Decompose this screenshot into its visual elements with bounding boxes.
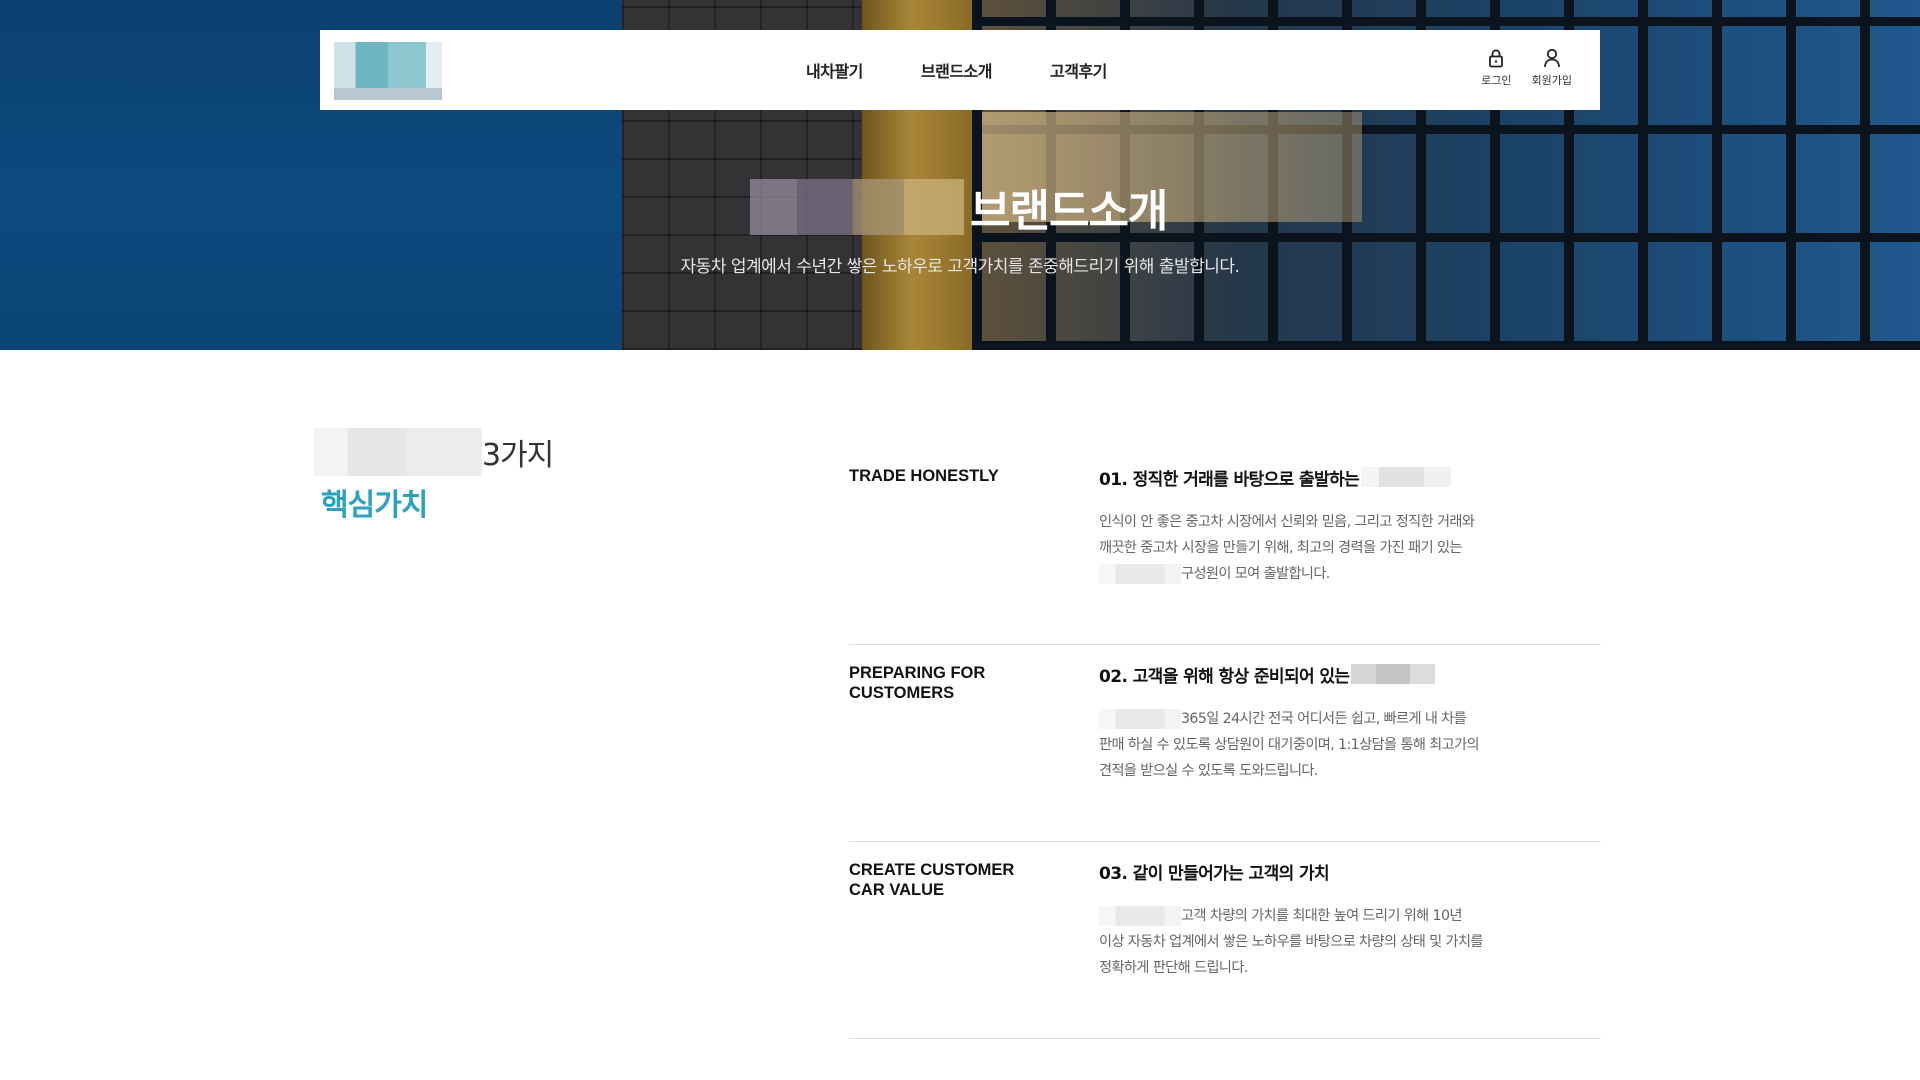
value-item: PREPARING FOR CUSTOMERS 02. 고객을 위해 항상 준비… [849,645,1601,842]
value-body: 01. 정직한 거래를 바탕으로 출발하는 인식이 안 좋은 중고차 시장에서 … [1099,466,1539,587]
blurred-brand-name [1361,467,1452,487]
blurred-brand-logo [750,179,964,235]
desc-line: 고객 차량의 가치를 최대한 높여 드리기 위해 10년 [1181,908,1462,924]
core-values-list: TRADE HONESTLY 01. 정직한 거래를 바탕으로 출발하는 인식이… [849,448,1601,1039]
value-item: CREATE CUSTOMER CAR VALUE 03. 같이 만들어가는 고… [849,842,1601,1039]
desc-line: 이상 자동차 업계에서 쌓은 노하우를 바탕으로 차량의 상태 및 가치를 [1099,934,1483,950]
blurred-brand-name [1099,906,1181,926]
value-title: 01. 정직한 거래를 바탕으로 출발하는 [1099,466,1539,490]
desc-line: 정확하게 판단해 드립니다. [1099,960,1248,976]
nav-item-sell-car[interactable]: 내차팔기 [806,58,863,82]
site-header: 내차팔기 브랜드소개 고객후기 로그인 회원가입 [320,30,1600,110]
value-description: 인식이 안 좋은 중고차 시장에서 신뢰와 믿음, 그리고 정직한 거래와 깨끗… [1099,509,1539,587]
intro-line: 3가지 [314,428,554,476]
value-english-text: CREATE CUSTOMER [849,861,1015,879]
blurred-brand-name [314,428,482,476]
blurred-brand-name [1099,709,1181,729]
desc-line: 인식이 안 좋은 중고차 시장에서 신뢰와 믿음, 그리고 정직한 거래와 [1099,514,1475,530]
value-english-text: TRADE HONESTLY [849,467,999,485]
login-button[interactable]: 로그인 [1481,48,1512,88]
value-english-label: TRADE HONESTLY [849,466,1049,486]
value-body: 02. 고객을 위해 항상 준비되어 있는 365일 24시간 전국 어디서든 … [1099,663,1539,784]
main-nav: 내차팔기 브랜드소개 고객후기 [806,30,1107,110]
desc-line: 365일 24시간 전국 어디서든 쉽고, 빠르게 내 차를 [1181,711,1467,727]
value-title-text: 01. 정직한 거래를 바탕으로 출발하는 [1099,469,1360,490]
desc-line: 판매 하실 수 있도록 상담원이 대기중이며, 1:1상담을 통해 최고가의 [1099,737,1480,753]
login-label: 로그인 [1481,74,1512,87]
value-body: 03. 같이 만들어가는 고객의 가치 고객 차량의 가치를 최대한 높여 드리… [1099,860,1539,981]
value-description: 고객 차량의 가치를 최대한 높여 드리기 위해 10년 이상 자동차 업계에서… [1099,903,1539,981]
blurred-brand-name [1351,664,1436,684]
signup-label: 회원가입 [1531,74,1572,87]
user-icon [1543,48,1560,68]
lock-icon [1489,49,1504,68]
hero-subtitle: 자동차 업계에서 수년간 쌓은 노하우로 고객가치를 존중해드리기 위해 출발합… [680,257,1240,277]
signup-button[interactable]: 회원가입 [1532,48,1572,88]
value-title: 02. 고객을 위해 항상 준비되어 있는 [1099,663,1539,687]
blurred-brand-name [1099,564,1181,584]
value-title-text: 03. 같이 만들어가는 고객의 가치 [1099,863,1330,884]
desc-line: 견적을 받으실 수 있도록 도와드립니다. [1099,763,1318,779]
desc-line: 구성원이 모여 출발합니다. [1181,566,1330,582]
core-values-intro: 3가지 핵심가치 [314,428,554,524]
site-logo[interactable] [334,42,442,100]
desc-line: 깨끗한 중고차 시장을 만들기 위해, 최고의 경력을 가진 패기 있는 [1099,540,1462,556]
value-english-label: PREPARING FOR CUSTOMERS [849,663,1049,703]
page-title: 브랜드소개 [970,186,1168,237]
value-description: 365일 24시간 전국 어디서든 쉽고, 빠르게 내 차를 판매 하실 수 있… [1099,706,1539,784]
user-utility-menu: 로그인 회원가입 [1481,48,1572,88]
value-item: TRADE HONESTLY 01. 정직한 거래를 바탕으로 출발하는 인식이… [849,448,1601,645]
hero-title-group: 브랜드소개 [750,178,1168,237]
intro-core-heading: 핵심가치 [321,488,428,523]
value-english-text: CAR VALUE [849,881,945,899]
value-english-text: PREPARING FOR [849,664,986,682]
value-title: 03. 같이 만들어가는 고객의 가치 [1099,860,1539,884]
intro-count-text: 3가지 [482,438,554,473]
nav-item-brand-intro[interactable]: 브랜드소개 [921,58,993,82]
value-english-text: CUSTOMERS [849,684,955,702]
value-english-label: CREATE CUSTOMER CAR VALUE [849,860,1049,900]
nav-item-reviews[interactable]: 고객후기 [1050,58,1107,82]
value-title-text: 02. 고객을 위해 항상 준비되어 있는 [1099,666,1350,687]
